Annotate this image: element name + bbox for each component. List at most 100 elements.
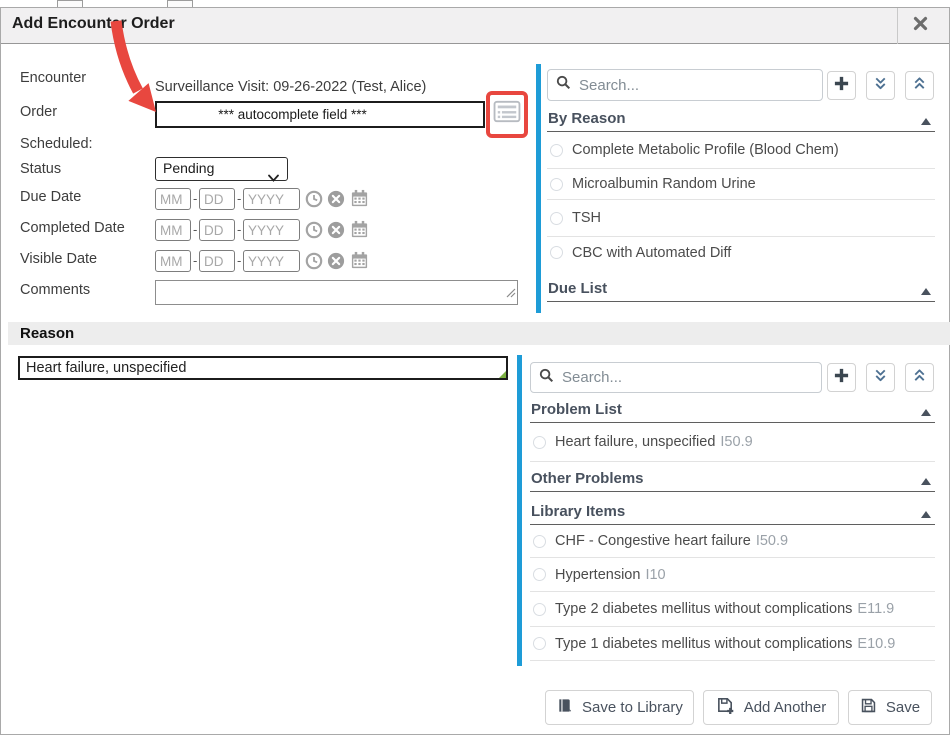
radio-icon[interactable] [533,637,546,650]
list-item[interactable]: Type 2 diabetes mellitus without complic… [530,592,935,627]
section-title: Problem List [531,401,622,418]
clear-icon[interactable] [327,190,345,208]
add-reason-button[interactable] [827,363,856,392]
add-another-button[interactable]: Add Another [703,690,839,725]
clear-icon[interactable] [327,252,345,270]
save-to-library-button[interactable]: Save to Library [545,690,694,725]
radio-icon[interactable] [533,568,546,581]
order-lookup-button[interactable] [491,100,523,129]
panel-divider [536,64,541,313]
close-button[interactable] [903,13,937,39]
item-code: I50.9 [756,533,788,549]
resize-grip-icon [506,285,516,303]
item-label: Type 1 diabetes mellitus without complic… [555,636,852,652]
book-icon [556,697,573,718]
search-icon [556,75,571,95]
radio-icon[interactable] [533,436,546,449]
add-encounter-order-dialog: Add Encounter Order Encounter Order Sche… [0,0,950,735]
reason-value: Heart failure, unspecified [26,360,186,376]
plus-icon [833,367,850,389]
collapse-icon [921,288,931,295]
status-select[interactable]: Pending [155,157,288,181]
reason-section-header: Reason [8,322,950,345]
calendar-icon[interactable] [350,220,368,238]
visible-date-mm-input[interactable] [155,250,191,272]
collapse-icon [921,511,931,518]
section-header-by-reason[interactable]: By Reason [547,108,935,132]
item-label: Heart failure, unspecified [555,434,715,450]
order-autocomplete-field[interactable]: *** autocomplete field *** [155,101,485,128]
completed-date-dd-input[interactable] [199,219,235,241]
list-item[interactable]: CHF - Congestive heart failure I50.9 [530,525,935,558]
calendar-icon[interactable] [350,251,368,269]
visible-date-dd-input[interactable] [199,250,235,272]
list-item[interactable]: CBC with Automated Diff [547,237,935,268]
completed-date-yyyy-input[interactable] [243,219,300,241]
save-button[interactable]: Save [848,690,932,725]
item-label: TSH [572,210,601,226]
calendar-icon[interactable] [350,189,368,207]
radio-icon[interactable] [550,212,563,225]
due-date-dd-input[interactable] [199,188,235,210]
section-title: Other Problems [531,470,644,487]
date-separator: - [193,191,197,206]
item-label: Type 2 diabetes mellitus without complic… [555,601,852,617]
list-lookup-icon [493,100,521,129]
section-header-other-problems[interactable]: Other Problems [530,462,935,492]
radio-icon[interactable] [533,603,546,616]
list-item[interactable]: TSH [547,200,935,237]
list-item[interactable]: Heart failure, unspecified I50.9 [530,423,935,462]
background-fragment [167,0,193,7]
item-code: E11.9 [857,601,894,617]
clock-icon[interactable] [305,221,323,239]
button-label: Save [886,699,920,716]
background-fragment [57,0,83,7]
section-header-problem-list[interactable]: Problem List [530,400,935,423]
item-label: CBC with Automated Diff [572,245,731,261]
list-item[interactable]: Hypertension I10 [530,558,935,592]
order-search-input[interactable] [547,69,823,101]
chevron-double-down-icon [872,367,889,389]
button-label: Add Another [744,699,827,716]
clear-icon[interactable] [327,221,345,239]
visible-date-yyyy-input[interactable] [243,250,300,272]
radio-icon[interactable] [533,535,546,548]
section-header-library-items[interactable]: Library Items [530,492,935,525]
list-item[interactable]: Microalbumin Random Urine [547,169,935,200]
list-item[interactable]: Type 1 diabetes mellitus without complic… [530,627,935,661]
due-date-yyyy-input[interactable] [243,188,300,210]
chevron-double-up-icon [911,367,928,389]
clock-icon[interactable] [305,252,323,270]
add-order-button[interactable] [827,71,856,100]
completed-date-mm-input[interactable] [155,219,191,241]
chevron-down-icon [268,167,279,188]
collapse-all-button[interactable] [905,363,934,392]
completed-date-label: Completed Date [20,220,125,236]
item-label: Complete Metabolic Profile (Blood Chem) [572,142,839,158]
encounter-label: Encounter [20,70,86,86]
comments-textarea[interactable] [155,280,518,305]
item-label: CHF - Congestive heart failure [555,533,751,549]
close-icon [913,16,928,36]
radio-icon[interactable] [550,144,563,157]
section-header-due-list[interactable]: Due List [547,276,935,302]
collapse-all-button[interactable] [905,71,934,100]
list-item[interactable]: Complete Metabolic Profile (Blood Chem) [547,132,935,169]
due-date-label: Due Date [20,189,81,205]
comments-label: Comments [20,282,90,298]
panel-divider [517,355,522,666]
visible-date-label: Visible Date [20,251,97,267]
clock-icon[interactable] [305,190,323,208]
expand-all-button[interactable] [866,363,895,392]
expand-all-button[interactable] [866,71,895,100]
reason-textarea[interactable]: Heart failure, unspecified [18,356,508,380]
collapse-icon [921,118,931,125]
radio-icon[interactable] [550,178,563,191]
plus-icon [833,75,850,97]
item-code: I10 [645,567,665,583]
radio-icon[interactable] [550,246,563,259]
reason-search-input[interactable] [530,362,822,393]
due-date-mm-input[interactable] [155,188,191,210]
item-label: Microalbumin Random Urine [572,176,756,192]
date-separator: - [237,191,241,206]
